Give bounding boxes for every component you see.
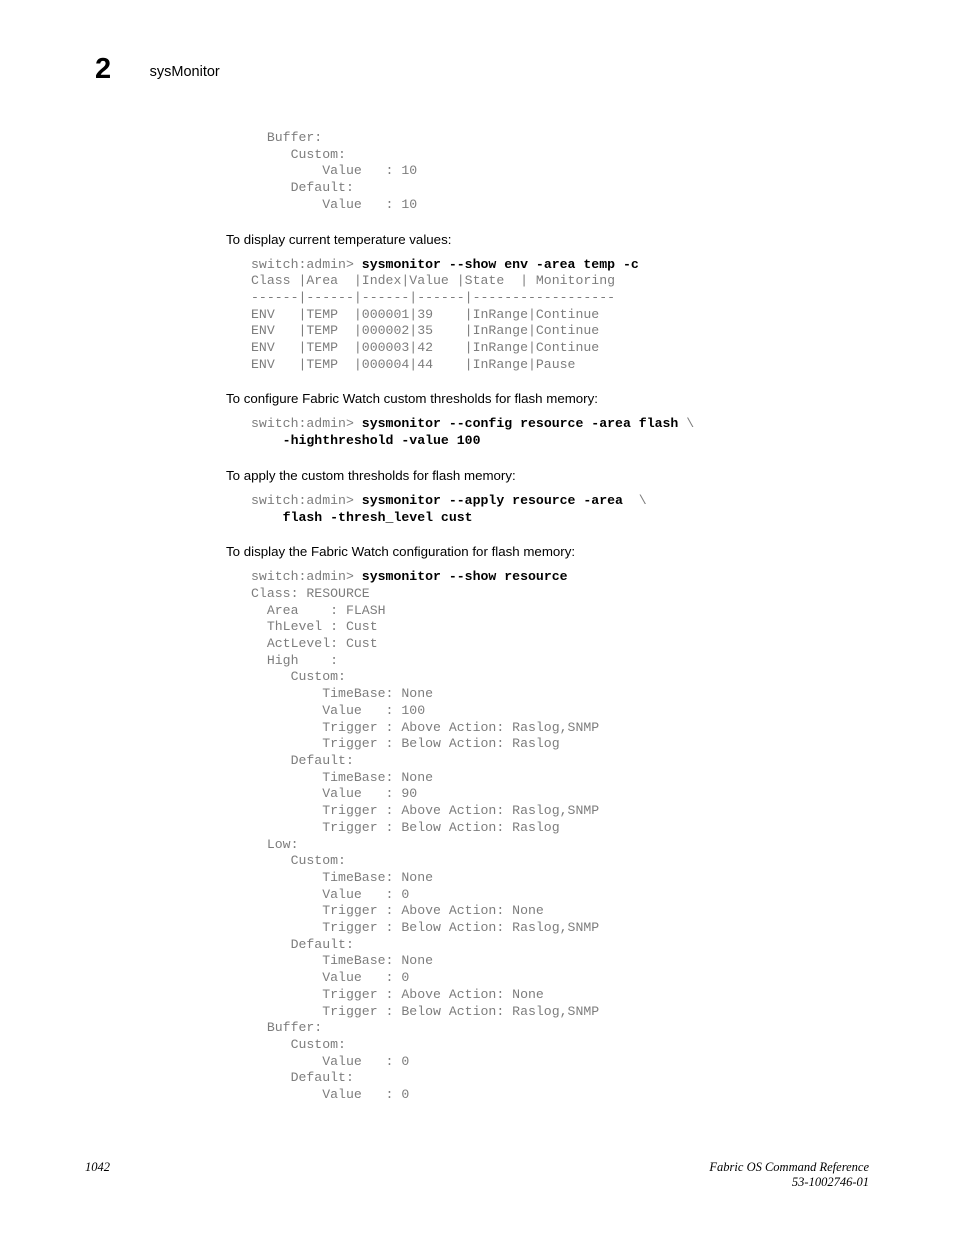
shell-command: sysmonitor --config resource -area flash xyxy=(361,416,679,432)
code-block-apply: switch:admin> sysmonitor --apply resourc… xyxy=(251,493,926,526)
paragraph-apply-heading: To apply the custom thresholds for flash… xyxy=(226,467,516,483)
shell-command: sysmonitor --apply resource -area xyxy=(361,492,623,508)
code-block-temp: switch:admin> sysmonitor --show env -are… xyxy=(251,257,926,374)
paragraph-config-heading: To configure Fabric Watch custom thresho… xyxy=(226,391,598,407)
shell-prompt: switch:admin> xyxy=(251,569,362,585)
paragraph-show-heading: To display the Fabric Watch configuratio… xyxy=(226,544,576,560)
shell-prompt: switch:admin> xyxy=(251,492,362,508)
command-output: Class |Area |Index|Value |State | Monito… xyxy=(251,273,616,372)
page-header: 2 sysMonitor xyxy=(95,55,220,84)
footer-page-number: 1042 xyxy=(85,1160,110,1174)
shell-command-line2: flash -thresh_level cust xyxy=(251,509,473,525)
page-footer: 1042 Fabric OS Command Reference 53-1002… xyxy=(0,1160,954,1210)
paragraph-temp-heading: To display current temperature values: xyxy=(226,231,452,247)
line-continuation-marker: \ xyxy=(678,416,695,432)
shell-command: sysmonitor --show resource xyxy=(361,569,568,585)
shell-command: sysmonitor --show env -area temp -c xyxy=(361,256,639,272)
shell-prompt: switch:admin> xyxy=(251,256,362,272)
command-output: Class: RESOURCE Area : FLASH ThLevel : C… xyxy=(251,585,600,1103)
chapter-number: 2 xyxy=(95,53,111,85)
page-content: Buffer: Custom: Value : 10 Default: Valu… xyxy=(226,130,926,1104)
footer-doc-info: Fabric OS Command Reference 53-1002746-0… xyxy=(709,1160,869,1190)
shell-command-line2: -highthreshold -value 100 xyxy=(251,433,481,449)
line-continuation-marker: \ xyxy=(622,492,647,508)
footer-doc-number: 53-1002746-01 xyxy=(791,1175,869,1189)
shell-prompt: switch:admin> xyxy=(251,416,362,432)
footer-doc-title: Fabric OS Command Reference xyxy=(709,1160,869,1174)
code-block-buffer-continued: Buffer: Custom: Value : 10 Default: Valu… xyxy=(266,130,418,212)
code-block-show-resource: switch:admin> sysmonitor --show resource… xyxy=(251,569,926,1104)
page-title: sysMonitor xyxy=(149,64,220,80)
code-block-config: switch:admin> sysmonitor --config resour… xyxy=(251,416,926,449)
